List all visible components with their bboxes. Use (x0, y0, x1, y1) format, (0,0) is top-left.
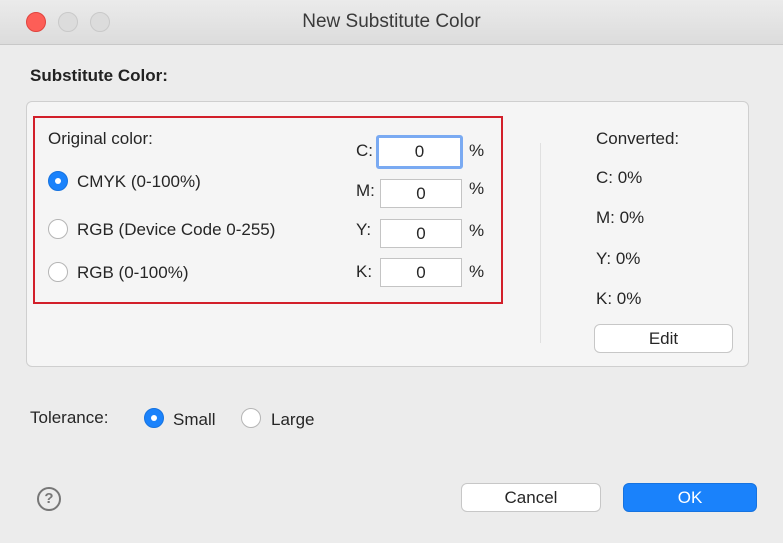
c-label: C: (356, 141, 373, 160)
k-unit: % (469, 262, 485, 281)
y-input[interactable] (380, 219, 462, 248)
radio-rgb-device[interactable] (48, 219, 68, 239)
radio-tolerance-large-label[interactable]: Large (271, 410, 314, 430)
radio-tolerance-small-label[interactable]: Small (173, 410, 216, 430)
radio-tolerance-small[interactable] (144, 408, 164, 428)
radio-rgb-percent-label[interactable]: RGB (0-100%) (77, 263, 188, 283)
converted-label: Converted: (596, 129, 680, 148)
tolerance-label: Tolerance: (30, 408, 109, 427)
vertical-divider (540, 143, 541, 343)
m-label: M: (356, 181, 375, 200)
y-label: Y: (356, 220, 372, 239)
radio-cmyk-label[interactable]: CMYK (0-100%) (77, 172, 201, 192)
radio-cmyk[interactable] (48, 171, 68, 191)
m-unit: % (469, 179, 485, 198)
converted-k-value: K: 0% (596, 289, 642, 308)
k-label: K: (356, 262, 373, 281)
cancel-button[interactable]: Cancel (461, 483, 601, 512)
original-color-label: Original color: (48, 129, 153, 148)
ok-button[interactable]: OK (623, 483, 757, 512)
k-input[interactable] (380, 258, 462, 287)
m-input[interactable] (380, 179, 462, 208)
y-unit: % (469, 221, 485, 240)
converted-y-value: Y: 0% (596, 249, 641, 268)
window-title: New Substitute Color (302, 11, 481, 32)
c-input[interactable] (376, 135, 463, 169)
radio-rgb-percent[interactable] (48, 262, 68, 282)
radio-rgb-device-label[interactable]: RGB (Device Code 0-255) (77, 220, 275, 240)
radio-tolerance-large[interactable] (241, 408, 261, 428)
converted-m-value: M: 0% (596, 208, 645, 227)
title-bar: New Substitute Color (0, 0, 783, 45)
converted-c-value: C: 0% (596, 168, 643, 187)
section-title: Substitute Color: (30, 66, 168, 85)
edit-button[interactable]: Edit (594, 324, 733, 353)
help-icon[interactable]: ? (37, 487, 61, 511)
c-unit: % (469, 141, 485, 160)
